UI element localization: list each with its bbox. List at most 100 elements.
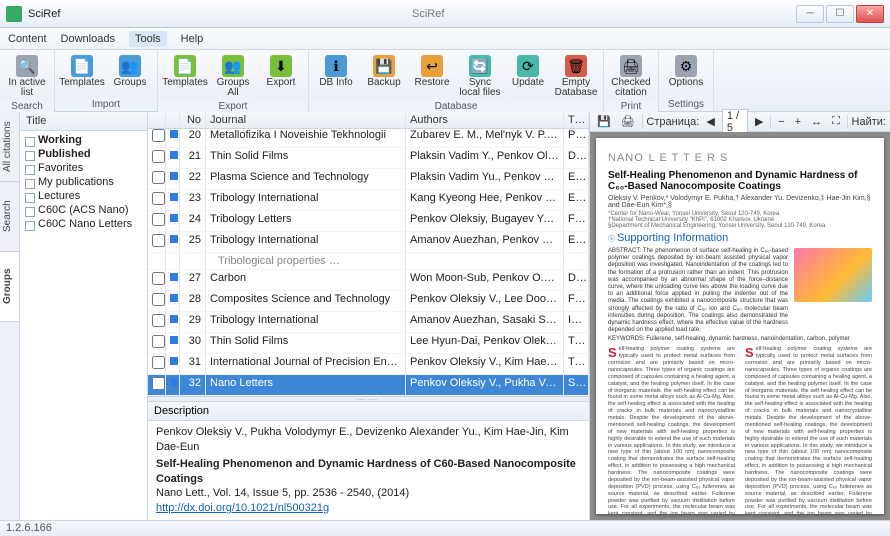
col-journal[interactable]: Journal <box>206 112 406 128</box>
empty-db-icon: 🗑 <box>565 55 587 77</box>
groups-all-button[interactable]: 👥Groups All <box>210 53 256 100</box>
ribbon: 🔍In active listSearch📄Templates👥GroupsIm… <box>0 50 890 112</box>
grid-body[interactable]: 8Functional MaterialsVoronov D.L., Zubar… <box>148 129 589 396</box>
groups-import-icon: 👥 <box>119 55 141 77</box>
table-row[interactable]: 23Tribology InternationalKang Kyeong Hee… <box>148 190 589 211</box>
pdf-toolbar: 💾 🖨 Страница: ◀ 1 / 5 ▶ − + ↔ ⛶ Найти: <box>590 112 890 132</box>
menubar: Content Downloads Tools Help <box>0 28 890 50</box>
zoom-in-icon[interactable]: + <box>792 115 804 129</box>
row-checkbox[interactable] <box>152 192 165 205</box>
row-checkbox[interactable] <box>152 314 165 327</box>
table-row[interactable]: 21Thin Solid FilmsPlaksin Vadim Y., Penk… <box>148 148 589 169</box>
group-item[interactable]: Working <box>20 133 147 147</box>
table-row[interactable]: 20Metallofizika I Noveishie TekhnologiiZ… <box>148 129 589 148</box>
db-info-button[interactable]: ℹDB Info <box>313 53 359 90</box>
table-row[interactable]: 31International Journal of Precision Eng… <box>148 354 589 375</box>
row-checkbox[interactable] <box>152 335 165 348</box>
restore-button[interactable]: ↩Restore <box>409 53 455 90</box>
pdf-preview: 💾 🖨 Страница: ◀ 1 / 5 ▶ − + ↔ ⛶ Найти: N… <box>590 112 890 520</box>
close-button[interactable]: ✕ <box>856 5 884 23</box>
status-bar: 1.2.6.166 <box>0 520 890 536</box>
version: 1.2.6.166 <box>6 522 52 534</box>
sidetab-groups[interactable]: Groups <box>0 252 19 322</box>
group-item[interactable]: C60C Nano Letters <box>20 217 147 231</box>
row-checkbox[interactable] <box>152 150 165 163</box>
col-title[interactable]: Title <box>564 112 589 128</box>
row-marker-icon <box>170 294 178 302</box>
sidetab-search[interactable]: Search <box>0 182 19 252</box>
row-marker-icon <box>170 357 178 365</box>
group-item[interactable]: Lectures <box>20 189 147 203</box>
groups-header: Title <box>20 112 147 131</box>
col-authors[interactable]: Authors <box>406 112 564 128</box>
row-marker-icon <box>170 172 178 180</box>
row-checkbox[interactable] <box>152 272 165 285</box>
menu-help[interactable]: Help <box>181 33 204 45</box>
sync-local-button[interactable]: 🔄Sync local files <box>457 53 503 100</box>
row-checkbox[interactable] <box>152 234 165 247</box>
row-marker-icon <box>170 315 178 323</box>
paper-affiliations: *Center for Nano-Wear, Yonsei University… <box>608 211 872 229</box>
prev-page-icon[interactable]: ◀ <box>703 114 717 129</box>
menu-downloads[interactable]: Downloads <box>61 33 115 45</box>
row-marker-icon <box>170 336 178 344</box>
options-icon: ⚙ <box>675 55 697 77</box>
export-button[interactable]: ⬇Export <box>258 53 304 90</box>
templates-import-button[interactable]: 📄Templates <box>59 53 105 90</box>
row-checkbox[interactable] <box>152 129 165 142</box>
menu-content[interactable]: Content <box>8 33 47 45</box>
empty-db-button[interactable]: 🗑Empty Database <box>553 53 599 100</box>
db-info-icon: ℹ <box>325 55 347 77</box>
sync-local-icon: 🔄 <box>469 55 491 77</box>
backup-button[interactable]: 💾Backup <box>361 53 407 90</box>
minimize-button[interactable]: ─ <box>796 5 824 23</box>
options-button[interactable]: ⚙Options <box>663 53 709 90</box>
group-item[interactable]: Favorites <box>20 161 147 175</box>
supporting-info-link[interactable]: ⓢ Supporting Information <box>608 232 872 244</box>
description-panel: Description Penkov Oleksiy V., Pukha Vol… <box>148 402 589 520</box>
checked-citation-icon: 🖨 <box>620 55 642 77</box>
update-button[interactable]: ⟳Update <box>505 53 551 90</box>
zoom-out-icon[interactable]: − <box>775 115 787 129</box>
group-item[interactable]: Published <box>20 147 147 161</box>
in-active-list-icon: 🔍 <box>16 55 38 77</box>
paper-body-col1: Self-healing polymer coating systems are… <box>608 346 735 514</box>
ribbon-group-import: Import <box>55 98 157 111</box>
paper-abstract: ABSTRACT: The phenomenon of surface self… <box>608 248 788 334</box>
group-item[interactable]: C60C (ACS Nano) <box>20 203 147 217</box>
table-row[interactable]: 22Plasma Science and TechnologyPlaksin V… <box>148 169 589 190</box>
templates-export-button[interactable]: 📄Templates <box>162 53 208 90</box>
titlebar: SciRef SciRef ─ ☐ ✕ <box>0 0 890 28</box>
group-item[interactable]: My publications <box>20 175 147 189</box>
table-row[interactable]: 25Tribology InternationalAmanov Auezhan,… <box>148 232 589 253</box>
table-row[interactable]: 29Tribology InternationalAmanov Auezhan,… <box>148 312 589 333</box>
desc-doi-link[interactable]: http://dx.doi.org/10.1021/nl500321g <box>156 502 329 514</box>
table-row[interactable]: 24Tribology LettersPenkov Oleksiy, Bugay… <box>148 211 589 232</box>
checked-citation-button[interactable]: 🖨Checked citation <box>608 53 654 100</box>
col-no[interactable]: No <box>180 112 206 128</box>
window-title: SciRef <box>60 8 796 20</box>
fit-width-icon[interactable]: ↔ <box>808 115 825 129</box>
grid-header: No Journal Authors Title <box>148 112 589 129</box>
update-icon: ⟳ <box>517 55 539 77</box>
fit-page-icon[interactable]: ⛶ <box>829 114 843 129</box>
row-checkbox[interactable] <box>152 213 165 226</box>
pdf-viewport[interactable]: NANO L E T T E R S Self-Healing Phenomen… <box>590 132 890 520</box>
row-checkbox[interactable] <box>152 377 165 390</box>
row-checkbox[interactable] <box>152 356 165 369</box>
table-row[interactable]: 28Composites Science and TechnologyPenko… <box>148 291 589 312</box>
page-value: 1 / 5 <box>722 109 748 135</box>
maximize-button[interactable]: ☐ <box>826 5 854 23</box>
sidetab-all-citations[interactable]: All citations <box>0 112 19 182</box>
groups-import-button[interactable]: 👥Groups <box>107 53 153 90</box>
row-checkbox[interactable] <box>152 293 165 306</box>
in-active-list-button[interactable]: 🔍In active list <box>4 53 50 100</box>
next-page-icon[interactable]: ▶ <box>752 114 766 129</box>
table-row[interactable]: 30Thin Solid FilmsLee Hyun-Dai, Penkov O… <box>148 333 589 354</box>
menu-tools[interactable]: Tools <box>129 31 167 47</box>
table-row[interactable]: 27CarbonWon Moon-Sub, Penkov O.V., …Dura… <box>148 270 589 291</box>
save-icon[interactable]: 💾 <box>594 114 614 129</box>
print-icon[interactable]: 🖨 <box>618 114 638 129</box>
row-checkbox[interactable] <box>152 171 165 184</box>
paper-body-col2: Self-healing polymer coating systems are… <box>745 346 872 514</box>
